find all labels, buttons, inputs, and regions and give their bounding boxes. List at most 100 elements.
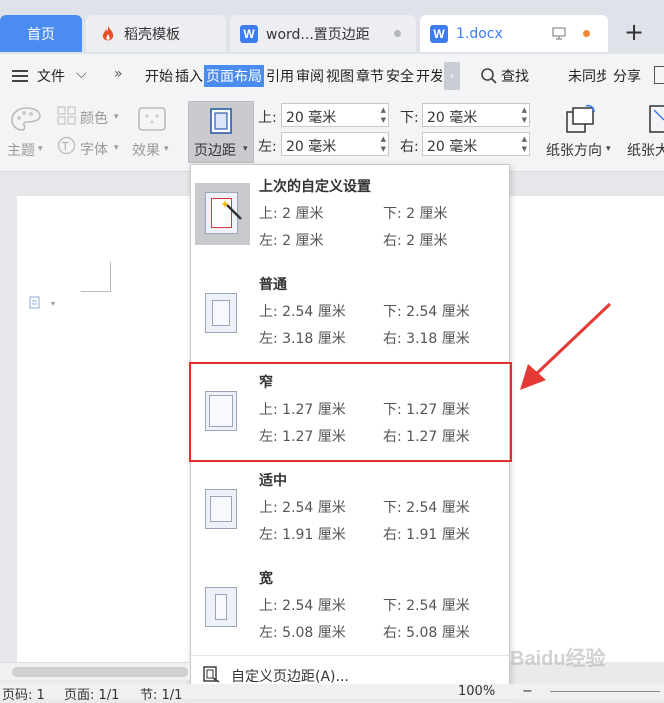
caret-icon: ▾ (164, 144, 169, 154)
tab-templates[interactable]: 稻壳模板 (86, 15, 226, 52)
preset-name: 上次的自定义设置 (259, 179, 371, 195)
color-grid-icon[interactable] (57, 106, 77, 126)
preset-left: 左: 2 厘米 (259, 233, 324, 249)
margins-label: 页边距 (194, 143, 236, 159)
font-icon[interactable]: T (57, 136, 76, 155)
highlight-box (189, 362, 512, 462)
unsaved-dot (583, 30, 590, 37)
tab-label: 首页 (27, 26, 55, 43)
caret-icon: ▾ (606, 144, 611, 154)
colors-button[interactable]: 颜色 (80, 108, 108, 128)
menu-security[interactable]: 安全 (386, 66, 414, 86)
section-count: 节: 1/1 (140, 688, 183, 703)
right-margin-label: 右: (400, 139, 419, 155)
preset-moderate[interactable]: 适中 上: 2.54 厘米 下: 2.54 厘米 左: 1.91 厘米 右: 1… (191, 459, 509, 557)
bottom-margin-label: 下: (400, 110, 419, 126)
margins-button[interactable]: 页边距 ▾ (188, 101, 254, 163)
unsync-status[interactable]: 未同步 (568, 66, 606, 86)
margin-preview-icon (205, 587, 237, 627)
paragraph-tool-icon[interactable]: ▾ (29, 296, 63, 310)
search-label[interactable]: 查找 (501, 66, 529, 86)
file-menu[interactable]: 文件 (37, 66, 65, 86)
spin-down-icon[interactable]: ▼ (381, 116, 386, 124)
preset-last-custom[interactable]: 上次的自定义设置 上: 2 厘米 下: 2 厘米 左: 2 厘米 右: 2 厘米 (191, 165, 509, 263)
preset-name: 适中 (259, 473, 287, 489)
svg-text:T: T (61, 140, 69, 153)
preset-name: 普通 (259, 277, 287, 293)
preset-wide[interactable]: 宽 上: 2.54 厘米 下: 2.54 厘米 左: 5.08 厘米 右: 5.… (191, 557, 509, 655)
menu-insert[interactable]: 插入 (175, 66, 203, 86)
tab-word-doc[interactable]: W word...置页边距 (230, 15, 416, 52)
monitor-icon[interactable] (552, 27, 566, 40)
preset-bottom: 下: 2.54 厘米 (383, 500, 470, 516)
preset-right: 右: 2 厘米 (383, 233, 448, 249)
menu-scroll-right-button[interactable]: › (444, 62, 460, 90)
preset-left: 左: 5.08 厘米 (259, 625, 346, 641)
preset-bottom: 下: 2.54 厘米 (383, 598, 470, 614)
page-number: 页码: 1 (2, 688, 45, 703)
custom-margin-icon (203, 666, 220, 683)
top-margin-value: 20 毫米 (286, 110, 337, 126)
magic-wand-icon (221, 200, 242, 220)
menu-developer[interactable]: 开发 (416, 66, 442, 86)
spin-down-icon[interactable]: ▼ (522, 145, 527, 153)
paper-size-icon[interactable] (648, 104, 664, 134)
new-tab-button[interactable]: + (624, 18, 644, 46)
caret-icon: ▾ (243, 144, 248, 154)
orientation-button[interactable]: 纸张方向 (546, 140, 602, 160)
right-margin-input[interactable]: 20 毫米 ▲ ▼ (422, 132, 530, 156)
theme-button[interactable]: 主题 (7, 140, 35, 160)
spin-up-icon[interactable]: ▲ (381, 135, 386, 143)
preset-bottom: 下: 2.54 厘米 (383, 304, 470, 320)
zoom-level[interactable]: 100% (458, 684, 495, 699)
paper-size-button[interactable]: 纸张大 (627, 140, 664, 160)
margin-preview-icon (205, 489, 237, 529)
horizontal-scrollbar[interactable] (0, 662, 190, 680)
spin-down-icon[interactable]: ▼ (522, 116, 527, 124)
menu-chapter[interactable]: 章节 (356, 66, 384, 86)
effects-icon[interactable] (137, 106, 167, 132)
menu-review[interactable]: 审阅 (296, 66, 324, 86)
preset-top: 上: 2.54 厘米 (259, 500, 346, 516)
zoom-slider[interactable] (550, 691, 660, 692)
top-margin-input[interactable]: 20 毫米 ▲ ▼ (281, 103, 389, 127)
menu-view[interactable]: 视图 (326, 66, 354, 86)
share-button[interactable]: 分享 (613, 66, 641, 86)
export-icon[interactable] (654, 66, 664, 84)
margin-preview-icon (205, 293, 237, 333)
tab-active-doc[interactable]: W 1.docx (420, 15, 608, 52)
svg-text:▾: ▾ (51, 299, 55, 308)
preset-top: 上: 2 厘米 (259, 206, 324, 222)
spin-up-icon[interactable]: ▲ (522, 106, 527, 114)
left-margin-input[interactable]: 20 毫米 ▲ ▼ (281, 132, 389, 156)
tab-label: 稻壳模板 (124, 26, 180, 43)
fonts-button[interactable]: 字体 (80, 139, 108, 159)
tab-status-dot (394, 30, 401, 37)
zoom-out-icon[interactable]: − (522, 684, 533, 699)
preset-normal[interactable]: 普通 上: 2.54 厘米 下: 2.54 厘米 左: 3.18 厘米 右: 3… (191, 263, 509, 361)
effects-button[interactable]: 效果 (132, 140, 160, 160)
preset-top: 上: 2.54 厘米 (259, 304, 346, 320)
margin-corner-mark (81, 291, 111, 292)
tab-home[interactable]: 首页 (0, 15, 82, 52)
more-menu-icon[interactable]: » (114, 66, 123, 82)
spin-up-icon[interactable]: ▲ (381, 106, 386, 114)
preset-left: 左: 3.18 厘米 (259, 331, 346, 347)
preset-bottom: 下: 2 厘米 (383, 206, 448, 222)
search-icon[interactable] (480, 67, 498, 85)
spin-down-icon[interactable]: ▼ (381, 145, 386, 153)
palette-icon[interactable] (10, 106, 42, 132)
tab-label: 1.docx (456, 25, 503, 42)
preset-right: 右: 1.91 厘米 (383, 527, 470, 543)
hamburger-icon[interactable] (12, 70, 28, 82)
bottom-margin-input[interactable]: 20 毫米 ▲ ▼ (422, 103, 530, 127)
margin-corner-mark (110, 262, 111, 292)
chevron-down-icon[interactable]: ⌵ (76, 66, 87, 82)
menu-start[interactable]: 开始 (145, 66, 173, 86)
spin-up-icon[interactable]: ▲ (522, 135, 527, 143)
menu-references[interactable]: 引用 (266, 66, 294, 86)
menu-bar: 文件 ⌵ » 开始 插入 页面布局 引用 审阅 视图 章节 安全 开发 › 查找… (0, 54, 664, 98)
scroll-thumb[interactable] (12, 667, 188, 677)
orientation-icon[interactable] (564, 104, 598, 134)
menu-page-layout[interactable]: 页面布局 (204, 65, 264, 87)
